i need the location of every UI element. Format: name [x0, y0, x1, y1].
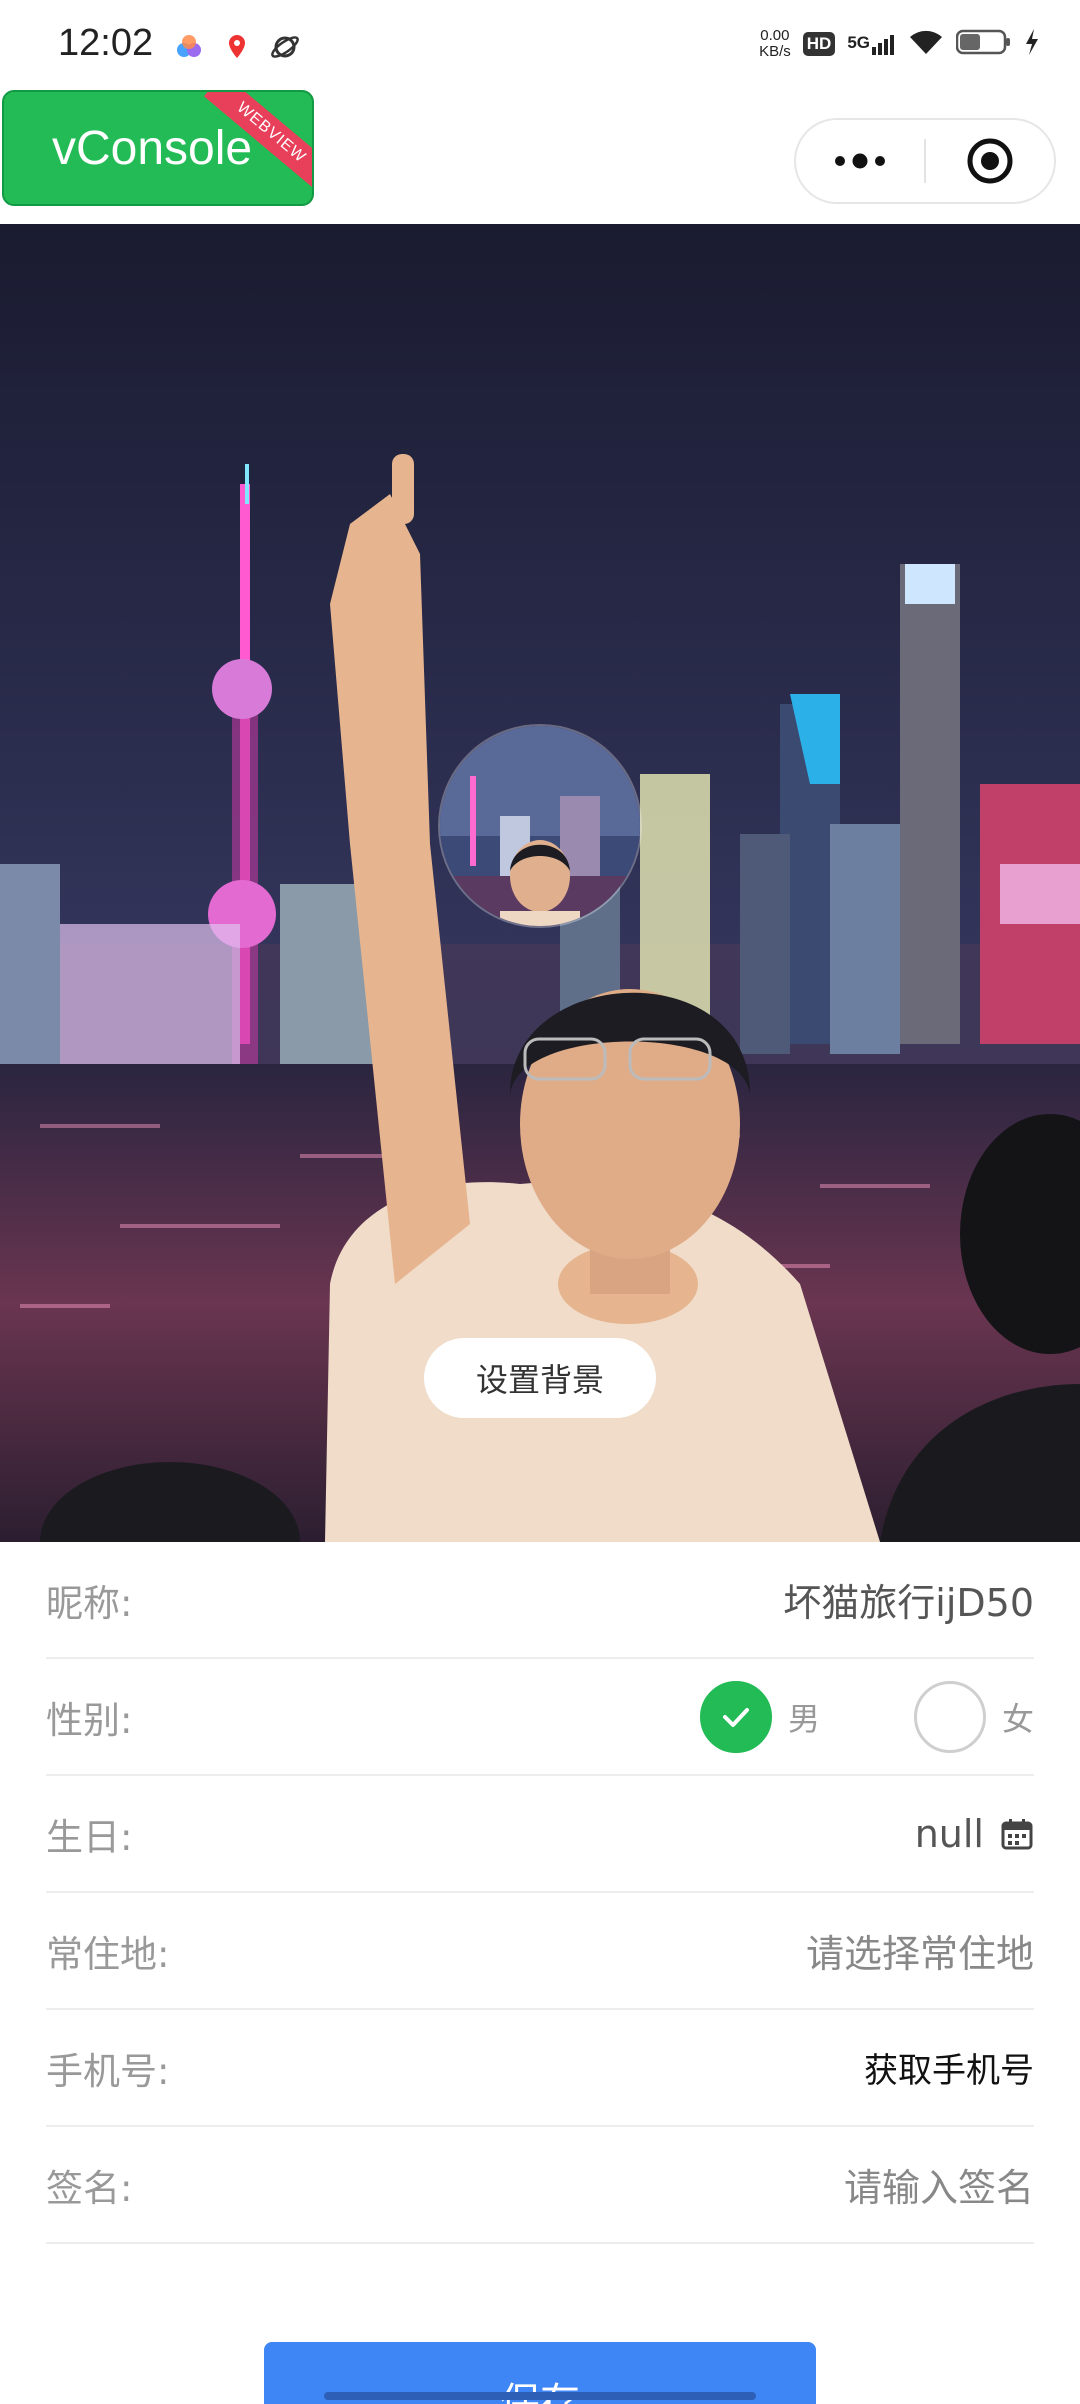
- birthday-picker[interactable]: null: [915, 1812, 1034, 1856]
- wifi-icon: [908, 28, 944, 60]
- phone-row: 手机号: 获取手机号: [46, 2010, 1034, 2127]
- net-speed: 0.00 KB/s: [759, 27, 791, 60]
- miniprogram-capsule: [794, 118, 1056, 204]
- radio-checked-icon[interactable]: [699, 1680, 772, 1753]
- birthday-row[interactable]: 生日: null: [46, 1776, 1034, 1893]
- nickname-row[interactable]: 昵称: 坏猫旅行ijD50: [46, 1542, 1034, 1659]
- radio-unchecked-icon[interactable]: [913, 1680, 986, 1753]
- profile-form: 昵称: 坏猫旅行ijD50 性别: 男 女 生日: null 常住地: 请选择常…: [46, 1542, 1034, 2244]
- close-target-icon: [967, 138, 1013, 184]
- map-pin-app-icon: [220, 30, 254, 64]
- gender-option-female[interactable]: 女: [913, 1680, 1034, 1753]
- set-background-button[interactable]: 设置背景: [424, 1338, 656, 1418]
- gender-row: 性别: 男 女: [46, 1659, 1034, 1776]
- more-button[interactable]: [796, 120, 924, 202]
- close-button[interactable]: [926, 120, 1054, 202]
- cloud-app-icon: [172, 30, 206, 64]
- get-phone-button[interactable]: 获取手机号: [864, 2043, 1034, 2092]
- status-bar: 12:02 0.00 KB/s HD 5G: [0, 0, 1080, 92]
- birthday-label: 生日:: [46, 1815, 133, 1859]
- gender-radio-group: 男 女: [606, 1680, 1034, 1753]
- gender-label: 性别:: [46, 1698, 133, 1742]
- battery-icon: [955, 28, 1012, 60]
- vconsole-label: vConsole: [52, 121, 253, 175]
- calendar-icon: [1001, 1818, 1033, 1849]
- vconsole-button[interactable]: vConsole WEBVIEW: [2, 90, 314, 206]
- residence-label: 常住地:: [46, 1932, 170, 1976]
- avatar-image: [440, 726, 640, 926]
- home-indicator[interactable]: [324, 2392, 756, 2400]
- residence-picker[interactable]: 请选择常住地: [806, 1923, 1034, 1978]
- gender-female-label: 女: [1001, 1699, 1034, 1738]
- charging-icon: [1024, 28, 1040, 60]
- more-icon: [835, 153, 885, 169]
- signature-input[interactable]: 请输入签名: [844, 2157, 1034, 2212]
- signature-row[interactable]: 签名: 请输入签名: [46, 2127, 1034, 2244]
- status-time: 12:02: [58, 22, 154, 64]
- planet-app-icon: [268, 30, 302, 64]
- hd-badge: HD: [802, 32, 836, 56]
- nickname-value[interactable]: 坏猫旅行ijD50: [783, 1572, 1034, 1627]
- status-indicators: 0.00 KB/s HD 5G: [759, 28, 1040, 60]
- gender-male-label: 男: [787, 1699, 820, 1738]
- birthday-value: null: [914, 1811, 984, 1856]
- status-app-icons: [172, 30, 302, 64]
- phone-label: 手机号:: [46, 2049, 170, 2093]
- gender-option-male[interactable]: 男: [699, 1680, 820, 1753]
- signature-label: 签名:: [46, 2166, 133, 2210]
- user-avatar[interactable]: [438, 724, 642, 928]
- residence-row[interactable]: 常住地: 请选择常住地: [46, 1893, 1034, 2010]
- nickname-label: 昵称:: [46, 1581, 133, 1625]
- signal-icon: 5G: [847, 33, 896, 55]
